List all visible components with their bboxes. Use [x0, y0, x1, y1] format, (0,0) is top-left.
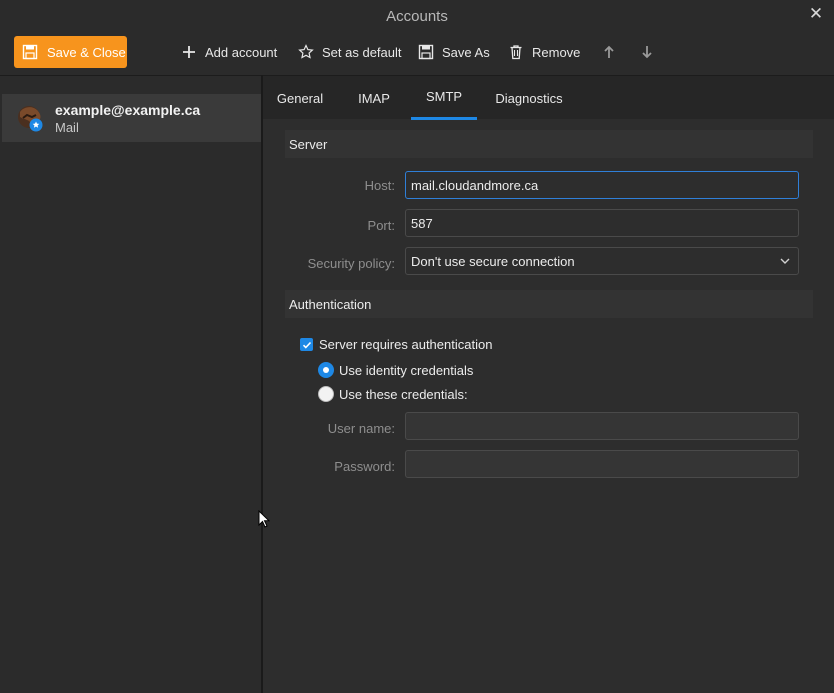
- host-input[interactable]: mail.cloudandmore.ca: [405, 171, 799, 199]
- save-as-label: Save As: [442, 44, 490, 60]
- add-account-button[interactable]: Add account: [181, 36, 277, 68]
- mouse-pointer-icon: [258, 510, 270, 528]
- security-policy-select[interactable]: Don't use secure connection: [405, 247, 799, 275]
- star-icon: [298, 44, 314, 59]
- account-email: example@example.ca: [55, 102, 201, 118]
- security-policy-label: Security policy:: [307, 256, 395, 271]
- server-heading: Server: [289, 136, 328, 152]
- security-policy-value: Don't use secure connection: [411, 253, 575, 269]
- move-down-button[interactable]: [639, 36, 655, 68]
- account-list-item[interactable]: example@example.ca Mail: [2, 94, 261, 142]
- save-as-button[interactable]: Save As: [418, 36, 490, 68]
- close-icon[interactable]: ✕: [806, 4, 826, 24]
- use-these-label: Use these credentials:: [339, 386, 468, 402]
- tab-general[interactable]: General: [271, 76, 329, 120]
- requires-auth-label: Server requires authentication: [319, 337, 493, 352]
- use-identity-label: Use identity credentials: [339, 362, 474, 378]
- password-label: Password:: [334, 459, 395, 474]
- tab-diagnostics[interactable]: Diagnostics: [489, 76, 569, 120]
- requires-auth-checkbox[interactable]: Server requires authentication: [300, 337, 492, 352]
- account-type: Mail: [55, 120, 79, 135]
- section-authentication-heading: Authentication: [285, 290, 813, 318]
- port-label: Port:: [367, 218, 395, 233]
- tab-smtp[interactable]: SMTP: [411, 76, 477, 120]
- tab-bar: General IMAP SMTP Diagnostics: [263, 75, 834, 120]
- save-as-icon: [418, 44, 434, 60]
- save-close-label: Save & Close: [47, 44, 126, 60]
- account-list: example@example.ca Mail: [0, 75, 261, 693]
- username-input[interactable]: [405, 412, 799, 440]
- use-identity-radio[interactable]: Use identity credentials: [318, 362, 473, 378]
- checkbox-checked-icon: [300, 338, 313, 351]
- plus-icon: [183, 46, 195, 58]
- arrow-down-icon: [642, 46, 652, 59]
- tab-imap[interactable]: IMAP: [349, 76, 399, 120]
- move-up-button[interactable]: [601, 36, 617, 68]
- account-avatar-icon: [18, 106, 43, 132]
- account-settings-pane: General IMAP SMTP Diagnostics Server Hos…: [263, 75, 834, 693]
- trash-icon: [510, 45, 522, 60]
- toolbar: Save & Close Add account Set as default …: [0, 32, 834, 74]
- port-input[interactable]: 587: [405, 209, 799, 237]
- arrow-up-icon: [604, 45, 614, 58]
- remove-label: Remove: [532, 44, 581, 60]
- save-icon: [22, 44, 38, 60]
- section-server-heading: Server: [285, 130, 813, 158]
- port-value: 587: [411, 215, 433, 231]
- save-close-button[interactable]: Save & Close: [14, 36, 127, 68]
- window-titlebar: Accounts: [0, 0, 834, 32]
- username-label: User name:: [327, 421, 395, 436]
- window-title: Accounts: [386, 7, 448, 25]
- authentication-heading: Authentication: [289, 296, 372, 312]
- set-default-label: Set as default: [322, 44, 402, 60]
- radio-selected-icon: [318, 362, 334, 378]
- remove-button[interactable]: Remove: [508, 36, 580, 68]
- use-these-radio[interactable]: Use these credentials:: [318, 386, 468, 402]
- password-input[interactable]: [405, 450, 799, 478]
- set-default-button[interactable]: Set as default: [298, 36, 402, 68]
- add-account-label: Add account: [205, 44, 278, 60]
- host-label: Host:: [364, 178, 395, 193]
- host-value: mail.cloudandmore.ca: [411, 177, 539, 193]
- chevron-down-icon: [780, 258, 790, 264]
- radio-unselected-icon: [318, 386, 334, 402]
